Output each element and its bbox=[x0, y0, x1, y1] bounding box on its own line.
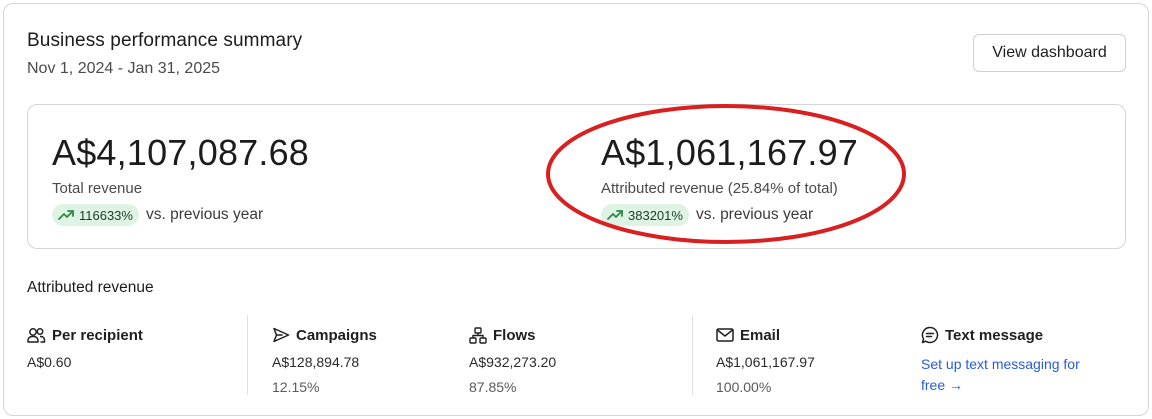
arrow-right-icon: → bbox=[949, 377, 964, 393]
stat-percent: 12.15% bbox=[272, 379, 320, 395]
people-icon bbox=[27, 328, 46, 343]
trend-percent: 383201% bbox=[628, 207, 683, 223]
email-stat: Email A$1,061,167.97 100.00% bbox=[716, 325, 815, 396]
total-revenue-trend: 116633% vs. previous year bbox=[52, 204, 263, 226]
stat-label: Campaigns bbox=[296, 326, 377, 344]
stat-label: Per recipient bbox=[52, 326, 143, 344]
trend-badge: 116633% bbox=[52, 204, 139, 226]
attributed-section-title: Attributed revenue bbox=[27, 279, 154, 296]
total-revenue-value: A$4,107,087.68 bbox=[52, 132, 310, 173]
view-dashboard-button[interactable]: View dashboard bbox=[973, 34, 1126, 72]
stat-percent: 100.00% bbox=[716, 379, 772, 395]
revenue-metrics-box: A$4,107,087.68 Total revenue 116633% vs.… bbox=[27, 104, 1126, 249]
stat-value: A$932,273.20 bbox=[469, 354, 557, 370]
flow-icon bbox=[469, 326, 487, 344]
text-message-stat: Text message Set up text messaging for f… bbox=[921, 325, 1080, 394]
stat-label: Text message bbox=[945, 326, 1044, 344]
chat-icon bbox=[921, 326, 939, 344]
total-revenue-label: Total revenue bbox=[52, 180, 143, 197]
stat-value: A$1,061,167.97 bbox=[716, 354, 815, 370]
card-title: Business performance summary bbox=[27, 30, 303, 51]
flows-stat: Flows A$932,273.20 87.85% bbox=[469, 325, 556, 396]
attributed-revenue-value: A$1,061,167.97 bbox=[601, 132, 859, 173]
trend-comparison: vs. previous year bbox=[145, 206, 264, 223]
stat-label: Email bbox=[740, 326, 781, 344]
divider bbox=[247, 315, 248, 395]
trend-badge: 383201% bbox=[601, 204, 689, 226]
date-range: Nov 1, 2024 - Jan 31, 2025 bbox=[27, 60, 221, 77]
trend-comparison: vs. previous year bbox=[695, 206, 814, 223]
performance-summary-card: Business performance summary Nov 1, 2024… bbox=[3, 3, 1149, 416]
per-recipient-stat: Per recipient A$0.60 bbox=[27, 325, 143, 371]
stat-label: Flows bbox=[493, 326, 536, 344]
trend-percent: 116633% bbox=[79, 207, 133, 223]
send-icon bbox=[273, 327, 290, 343]
link-text: Set up text messaging for free bbox=[921, 356, 1080, 393]
stat-value: A$128,894.78 bbox=[272, 354, 360, 370]
stat-value: A$0.60 bbox=[27, 354, 72, 370]
envelope-icon bbox=[716, 328, 734, 342]
setup-text-messaging-link[interactable]: Set up text messaging for free → bbox=[921, 354, 1091, 396]
trend-up-icon bbox=[58, 210, 74, 220]
attributed-revenue-label: Attributed revenue (25.84% of total) bbox=[601, 180, 838, 197]
campaigns-stat: Campaigns A$128,894.78 12.15% bbox=[272, 325, 377, 396]
trend-up-icon bbox=[607, 210, 623, 220]
divider bbox=[692, 315, 693, 395]
stat-percent: 87.85% bbox=[469, 379, 517, 395]
attributed-revenue-trend: 383201% vs. previous year bbox=[601, 204, 813, 226]
